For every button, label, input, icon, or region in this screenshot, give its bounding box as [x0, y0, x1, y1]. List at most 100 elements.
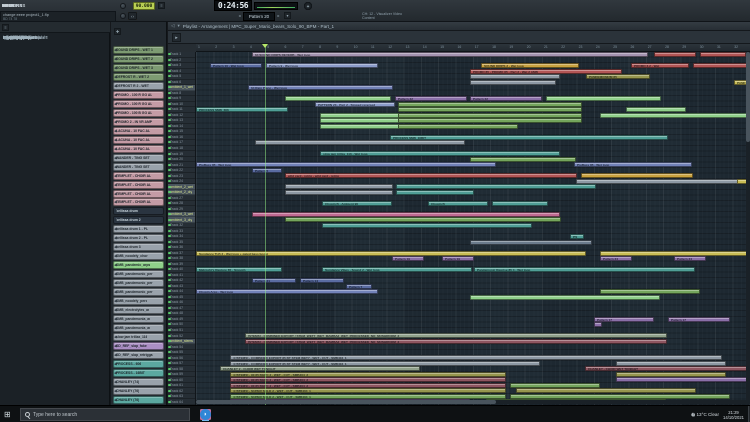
clip-piubass-85-wet-loop[interactable]: PiuBass 85 - Wet loop — [196, 162, 496, 167]
clip-pattern-19[interactable]: Pattern 19 — [442, 256, 474, 261]
clip[interactable] — [616, 361, 726, 366]
picker-item-smb-pandemonic-per[interactable]: SMB_pandemonic_per◀ — [113, 270, 164, 278]
picker-item-templet-choir-al[interactable]: TEMPLET - CHOIR AL◀ — [113, 181, 164, 189]
playlist-grid[interactable]: 64 SOUND DRIPS REVERB - Wet loop Pattern … — [196, 52, 750, 405]
clip[interactable] — [510, 383, 600, 388]
clip-pandemonium-85[interactable]: PANDEMONIUM 85 — [586, 74, 650, 79]
track-mute-led[interactable] — [168, 230, 171, 232]
track-mute-led[interactable] — [168, 103, 171, 105]
mute-speaker-icon[interactable]: ◀ — [114, 344, 119, 348]
mute-speaker-icon[interactable]: ◀ — [114, 281, 119, 285]
clip[interactable] — [398, 118, 582, 123]
track-mute-led[interactable] — [168, 164, 171, 166]
clip[interactable] — [285, 184, 393, 189]
track-mute-led[interactable] — [168, 197, 171, 199]
clip[interactable] — [320, 113, 400, 118]
mute-speaker-icon[interactable]: ◀ — [114, 200, 119, 204]
track-mute-led[interactable] — [168, 335, 171, 337]
mute-speaker-icon[interactable]: ◀ — [114, 371, 119, 375]
scrub-icon[interactable]: ‹› — [128, 12, 137, 20]
clip-process-smb-16bit[interactable]: PROCESS SMB_16BIT — [390, 135, 668, 140]
menu-help[interactable]: HELP — [2, 3, 14, 8]
tray-icon-3[interactable]: ◁ — [691, 412, 694, 418]
picker-item-sound-drips-wet-2[interactable]: SOUND DRIPS - WET 2◀ — [113, 55, 164, 63]
picker-item-sound-drips-wet-1[interactable]: SOUND DRIPS - WET 1◀ — [113, 46, 164, 54]
picker-item-smb-noodely-chor[interactable]: SMB_noodely_chor◀ — [113, 252, 164, 260]
track-mute-led[interactable] — [168, 346, 171, 348]
clip-midnight-s-rapture-85-smooth[interactable]: Midnight's Rapture 85 - Smooth — [196, 267, 282, 272]
clip[interactable] — [398, 124, 518, 129]
track-mute-led[interactable] — [168, 153, 171, 155]
clip[interactable] — [581, 173, 693, 178]
mute-speaker-icon[interactable]: ◀ — [114, 353, 119, 357]
clip[interactable] — [470, 74, 560, 79]
mute-speaker-icon[interactable]: ◀ — [114, 156, 119, 160]
clip-pattern-10-wet-loop[interactable]: Pattern 10 - Wet loop — [210, 63, 262, 68]
track-mute-led[interactable] — [168, 307, 171, 309]
tempo-display[interactable]: 90.000 — [133, 2, 155, 10]
clip-promo-85-promo-85-part-2-wet-2[interactable]: PROMO 85 - PROMO 85 - Part 2 - Wet 2 AMB — [470, 69, 622, 74]
mute-speaker-icon[interactable]: ◀ — [114, 138, 119, 142]
mute-speaker-icon[interactable]: ◀ — [114, 389, 119, 393]
picker-item-wander-ting-set[interactable]: WANDER - TING SET◀ — [113, 163, 164, 171]
mute-speaker-icon[interactable]: ◀ — [114, 236, 119, 240]
clip[interactable] — [285, 96, 391, 101]
clip[interactable] — [470, 157, 576, 162]
picker-item-bellissa-drum-3[interactable]: bellissa drum 3◀ — [113, 243, 164, 251]
clip-sundance-tlb-2-wet-loop-gated-[interactable]: Sundance TLB 2 - Wet loop + gated bass b… — [196, 251, 586, 256]
clip-pattern-19[interactable]: Pattern 19 — [392, 256, 424, 261]
clip-4-stems-combined-export-85-bt-[interactable]: 4 [STEMS] - COMBINED EXPORT 85 BT STEM W… — [230, 355, 722, 360]
taskbar-search[interactable]: Type here to search — [20, 408, 190, 421]
clip-pattern-5[interactable]: Pattern 5 — [252, 168, 282, 173]
track-mute-led[interactable] — [168, 175, 171, 177]
track-mute-led[interactable] — [168, 252, 171, 254]
picker-item-bellissa-drum-2-pl[interactable]: bellissa drum 2 - PL◀ — [113, 234, 164, 242]
picker-item-smb-pandemonia-ar[interactable]: SMB_pandemonia_ar◀ — [113, 315, 164, 323]
clip[interactable] — [600, 251, 750, 256]
picker-item-defrost-r-wet-2[interactable]: DEFROST R - WET 2◀ — [113, 73, 164, 81]
pattern-next-icon[interactable]: ▸ — [276, 12, 281, 21]
track-mute-led[interactable] — [168, 390, 171, 392]
picker-item-smb-noodely-perc[interactable]: SMB_noodely_perc◀ — [113, 297, 164, 305]
mute-speaker-icon[interactable]: ◀ — [114, 245, 119, 249]
mute-speaker-icon[interactable]: ◀ — [114, 308, 119, 312]
clip[interactable] — [492, 201, 548, 206]
mute-speaker-icon[interactable]: ◀ — [114, 272, 119, 276]
clip-chopin-b[interactable]: Chopin B — [428, 201, 488, 206]
clip[interactable] — [470, 295, 660, 300]
pattern-selector[interactable]: Pattern 20 — [243, 12, 275, 21]
mute-speaker-icon[interactable]: ◀ — [114, 326, 119, 330]
clip[interactable] — [600, 113, 750, 118]
clip[interactable] — [616, 377, 750, 382]
horizontal-scrollbar-thumb[interactable] — [196, 400, 496, 404]
mute-speaker-icon[interactable]: ◀ — [114, 147, 119, 151]
clip-64-sound-drips-reverb-wet-loop[interactable]: 64 SOUND DRIPS REVERB - Wet loop — [252, 52, 648, 57]
clip-pandemonic-reprise-85-4-wet-lo[interactable]: Pandemonic Reprise 85 4 - Wet loop — [474, 267, 695, 272]
browser-item-templates[interactable]: ▸Templates — [0, 34, 3, 41]
picker-item-lacuna-10-fac-al[interactable]: LACUNA - 10 FAC AL◀ — [113, 145, 164, 153]
clip-pattern-23-part-2-slowed-rever[interactable]: PATTERN 23 - Part 2 - Slowed reversed — [315, 102, 395, 107]
clip[interactable] — [576, 179, 750, 184]
picker-item-templet-choir-al[interactable]: TEMPLET - CHOIR AL◀ — [113, 198, 164, 206]
picker-item-bellissa-drum-1-pl[interactable]: bellissa drum 1 - PL◀ — [113, 225, 164, 233]
playlist-titlebar[interactable]: ◁▾ Playlist - Arrangement | MPC_Super_Ma… — [168, 22, 750, 31]
mute-speaker-icon[interactable]: ◀ — [114, 102, 119, 106]
track-mute-led[interactable] — [168, 114, 171, 116]
picker-item-defrost-r-2-wet[interactable]: DEFROST R 2 - WET◀ — [113, 82, 164, 90]
clip[interactable] — [700, 52, 746, 57]
mute-speaker-icon[interactable]: ◀ — [114, 66, 119, 70]
start-button[interactable]: ⊞ — [4, 410, 13, 419]
picker-item-chanley-76[interactable]: CHANLEY (76)◀ — [113, 387, 164, 395]
mute-speaker-icon[interactable]: ◀ — [114, 120, 119, 124]
mute-speaker-icon[interactable]: ◀ — [114, 362, 119, 366]
clip-4-stems-90-85-bgpc-2-wet-cut-s[interactable]: 4 [STEMS] - 90 85 BGPC 2 - WET - CUT - S… — [230, 383, 506, 388]
mute-speaker-icon[interactable]: ◀ — [114, 254, 119, 258]
mute-speaker-icon[interactable]: ◀ — [114, 165, 119, 169]
track-mute-led[interactable] — [168, 241, 171, 243]
picker-item-process-606[interactable]: PROCESS - 606◀ — [113, 360, 164, 368]
track-mute-led[interactable] — [168, 92, 171, 94]
clip-stems-combined-export-stem-wet[interactable]: [STEMS] - COMBINED EXPORT / STEM_WET7_WE… — [245, 339, 667, 344]
clip-chanley-choir-wet-tonight[interactable]: CHANLEY - CHOIR WET TONIGHT — [585, 366, 750, 371]
about-icon[interactable]: ✦ — [304, 2, 312, 10]
vertical-scrollbar-thumb[interactable] — [746, 52, 750, 142]
